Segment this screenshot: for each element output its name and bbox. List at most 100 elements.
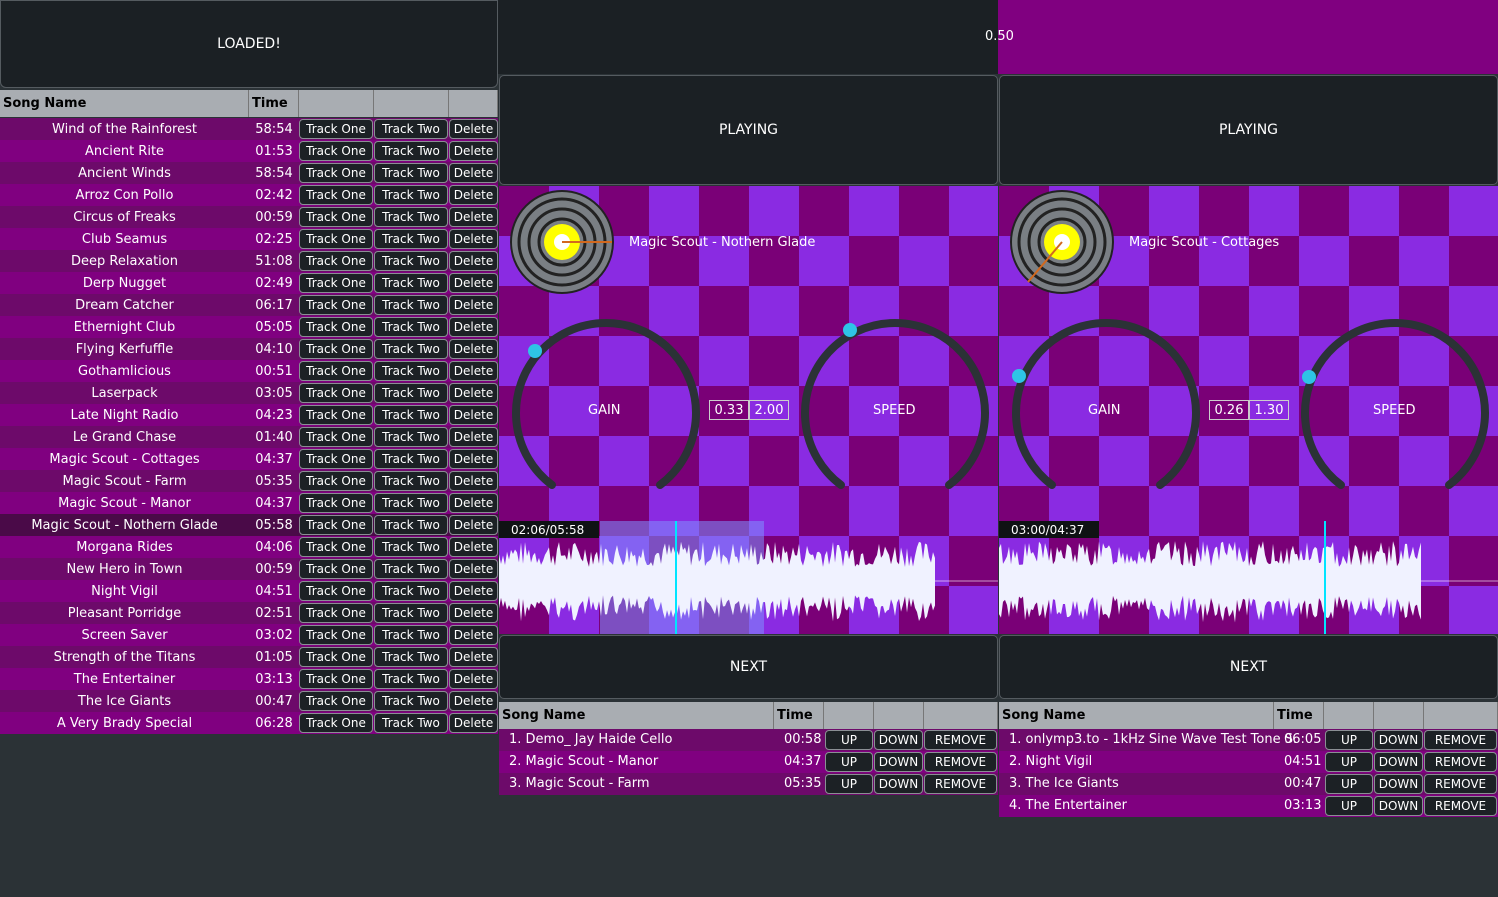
track-two-button[interactable]: Track Two — [374, 493, 448, 513]
track-one-button[interactable]: Track One — [299, 229, 373, 249]
track-one-button[interactable]: Track One — [299, 471, 373, 491]
track-one-button[interactable]: Track One — [299, 449, 373, 469]
deck2-queue-col-time[interactable]: Time — [1274, 702, 1324, 729]
track-two-button[interactable]: Track Two — [374, 691, 448, 711]
delete-button[interactable]: Delete — [449, 581, 498, 601]
delete-button[interactable]: Delete — [449, 515, 498, 535]
track-one-button[interactable]: Track One — [299, 207, 373, 227]
queue-up-button[interactable]: UP — [1325, 752, 1373, 772]
delete-button[interactable]: Delete — [449, 669, 498, 689]
delete-button[interactable]: Delete — [449, 119, 498, 139]
delete-button[interactable]: Delete — [449, 383, 498, 403]
library-row[interactable]: Magic Scout - Cottages 04:37 Track One T… — [0, 448, 498, 470]
queue-up-button[interactable]: UP — [1325, 774, 1373, 794]
track-two-button[interactable]: Track Two — [374, 471, 448, 491]
track-two-button[interactable]: Track Two — [374, 295, 448, 315]
delete-button[interactable]: Delete — [449, 339, 498, 359]
queue-down-button[interactable]: DOWN — [1374, 796, 1423, 816]
queue-down-button[interactable]: DOWN — [874, 752, 923, 772]
library-row[interactable]: Strength of the Titans 01:05 Track One T… — [0, 646, 498, 668]
delete-button[interactable]: Delete — [449, 185, 498, 205]
deck2-gain-value[interactable]: 0.26 — [1209, 400, 1249, 420]
delete-button[interactable]: Delete — [449, 647, 498, 667]
deck1-gain-value[interactable]: 0.33 — [709, 400, 749, 420]
library-row[interactable]: The Entertainer 03:13 Track One Track Tw… — [0, 668, 498, 690]
track-one-button[interactable]: Track One — [299, 647, 373, 667]
delete-button[interactable]: Delete — [449, 251, 498, 271]
library-row[interactable]: Flying Kerfuffle 04:10 Track One Track T… — [0, 338, 498, 360]
queue-row[interactable]: 3. Magic Scout - Farm 05:35 UP DOWN REMO… — [499, 773, 998, 795]
delete-button[interactable]: Delete — [449, 405, 498, 425]
track-one-button[interactable]: Track One — [299, 361, 373, 381]
library-row[interactable]: Derp Nugget 02:49 Track One Track Two De… — [0, 272, 498, 294]
library-row[interactable]: Screen Saver 03:02 Track One Track Two D… — [0, 624, 498, 646]
library-row[interactable]: Gothamlicious 00:51 Track One Track Two … — [0, 360, 498, 382]
delete-button[interactable]: Delete — [449, 603, 498, 623]
track-one-button[interactable]: Track One — [299, 317, 373, 337]
deck2-queue-col-name[interactable]: Song Name — [999, 702, 1274, 729]
track-two-button[interactable]: Track Two — [374, 119, 448, 139]
track-two-button[interactable]: Track Two — [374, 383, 448, 403]
delete-button[interactable]: Delete — [449, 427, 498, 447]
queue-down-button[interactable]: DOWN — [1374, 752, 1423, 772]
track-one-button[interactable]: Track One — [299, 339, 373, 359]
queue-up-button[interactable]: UP — [825, 752, 873, 772]
queue-row[interactable]: 1. Demo_ Jay Haide Cello 00:58 UP DOWN R… — [499, 729, 998, 751]
track-two-button[interactable]: Track Two — [374, 559, 448, 579]
track-two-button[interactable]: Track Two — [374, 669, 448, 689]
queue-down-button[interactable]: DOWN — [1374, 730, 1423, 750]
track-two-button[interactable]: Track Two — [374, 625, 448, 645]
library-col-time[interactable]: Time — [249, 90, 299, 117]
track-one-button[interactable]: Track One — [299, 163, 373, 183]
deck1-play-button[interactable]: PLAYING — [499, 75, 998, 185]
track-one-button[interactable]: Track One — [299, 581, 373, 601]
queue-up-button[interactable]: UP — [1325, 730, 1373, 750]
queue-remove-button[interactable]: REMOVE — [1424, 730, 1497, 750]
track-one-button[interactable]: Track One — [299, 273, 373, 293]
delete-button[interactable]: Delete — [449, 449, 498, 469]
track-one-button[interactable]: Track One — [299, 515, 373, 535]
queue-up-button[interactable]: UP — [825, 774, 873, 794]
track-two-button[interactable]: Track Two — [374, 361, 448, 381]
delete-button[interactable]: Delete — [449, 229, 498, 249]
delete-button[interactable]: Delete — [449, 559, 498, 579]
track-two-button[interactable]: Track Two — [374, 185, 448, 205]
library-row[interactable]: The Ice Giants 00:47 Track One Track Two… — [0, 690, 498, 712]
track-one-button[interactable]: Track One — [299, 119, 373, 139]
library-row[interactable]: Arroz Con Pollo 02:42 Track One Track Tw… — [0, 184, 498, 206]
track-one-button[interactable]: Track One — [299, 141, 373, 161]
library-row[interactable]: Circus of Freaks 00:59 Track One Track T… — [0, 206, 498, 228]
delete-button[interactable]: Delete — [449, 493, 498, 513]
delete-button[interactable]: Delete — [449, 625, 498, 645]
library-row[interactable]: Ethernight Club 05:05 Track One Track Tw… — [0, 316, 498, 338]
library-row[interactable]: Dream Catcher 06:17 Track One Track Two … — [0, 294, 498, 316]
delete-button[interactable]: Delete — [449, 207, 498, 227]
track-two-button[interactable]: Track Two — [374, 713, 448, 733]
track-one-button[interactable]: Track One — [299, 691, 373, 711]
queue-remove-button[interactable]: REMOVE — [1424, 774, 1497, 794]
track-two-button[interactable]: Track Two — [374, 537, 448, 557]
delete-button[interactable]: Delete — [449, 141, 498, 161]
queue-row[interactable]: 2. Magic Scout - Manor 04:37 UP DOWN REM… — [499, 751, 998, 773]
track-two-button[interactable]: Track Two — [374, 339, 448, 359]
delete-button[interactable]: Delete — [449, 361, 498, 381]
load-button[interactable]: LOADED! — [0, 0, 498, 88]
library-row[interactable]: Le Grand Chase 01:40 Track One Track Two… — [0, 426, 498, 448]
queue-remove-button[interactable]: REMOVE — [924, 752, 997, 772]
track-one-button[interactable]: Track One — [299, 427, 373, 447]
queue-remove-button[interactable]: REMOVE — [924, 774, 997, 794]
track-two-button[interactable]: Track Two — [374, 251, 448, 271]
library-row[interactable]: New Hero in Town 00:59 Track One Track T… — [0, 558, 498, 580]
library-row[interactable]: Ancient Winds 58:54 Track One Track Two … — [0, 162, 498, 184]
track-two-button[interactable]: Track Two — [374, 163, 448, 183]
track-two-button[interactable]: Track Two — [374, 405, 448, 425]
delete-button[interactable]: Delete — [449, 163, 498, 183]
delete-button[interactable]: Delete — [449, 471, 498, 491]
delete-button[interactable]: Delete — [449, 691, 498, 711]
crossfader[interactable]: 0.50 — [498, 0, 1498, 74]
queue-remove-button[interactable]: REMOVE — [924, 730, 997, 750]
track-two-button[interactable]: Track Two — [374, 427, 448, 447]
track-one-button[interactable]: Track One — [299, 405, 373, 425]
queue-up-button[interactable]: UP — [1325, 796, 1373, 816]
library-row[interactable]: Magic Scout - Manor 04:37 Track One Trac… — [0, 492, 498, 514]
